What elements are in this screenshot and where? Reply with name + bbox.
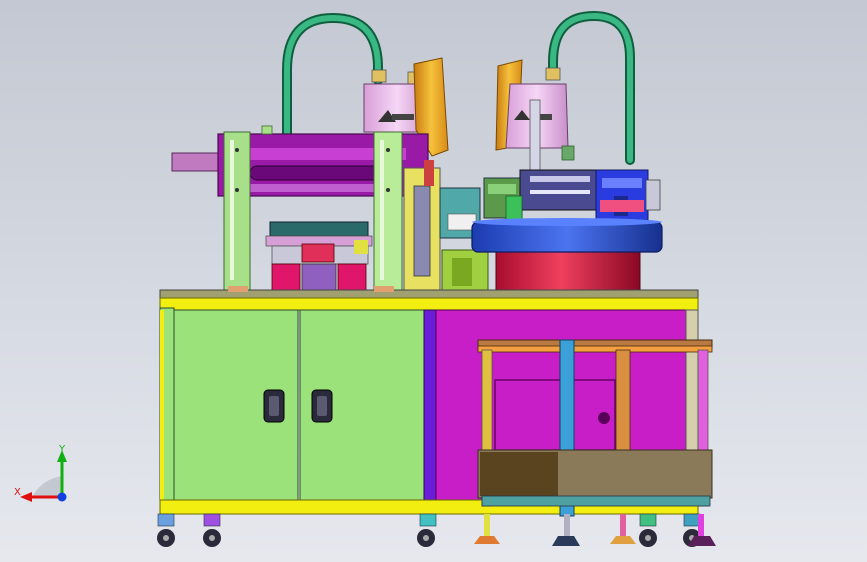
- caster-wheel-4[interactable]: [639, 513, 657, 547]
- leveling-foot-3[interactable]: [610, 514, 636, 544]
- z-axis-dot: [57, 492, 67, 502]
- right-feeder-assembly[interactable]: [505, 169, 661, 223]
- left-door-handle[interactable]: [263, 389, 285, 423]
- x-axis-label: X: [14, 487, 21, 498]
- right-door-handle[interactable]: [311, 389, 333, 423]
- leveling-foot-1[interactable]: [474, 514, 500, 544]
- caster-wheel-2[interactable]: [203, 513, 221, 547]
- axis-triad: Y X: [14, 444, 67, 502]
- leveling-foot-2[interactable]: [552, 514, 580, 546]
- caster-wheel-1[interactable]: [157, 513, 175, 547]
- machine-model[interactable]: Y X: [0, 0, 867, 562]
- cad-viewport[interactable]: Y X: [0, 0, 867, 562]
- left-work-fixture[interactable]: [265, 221, 373, 291]
- table-top-plate[interactable]: [159, 286, 699, 311]
- y-axis-label: Y: [58, 444, 66, 455]
- right-scara-robot[interactable]: [495, 59, 575, 181]
- caster-wheel-3[interactable]: [417, 513, 437, 547]
